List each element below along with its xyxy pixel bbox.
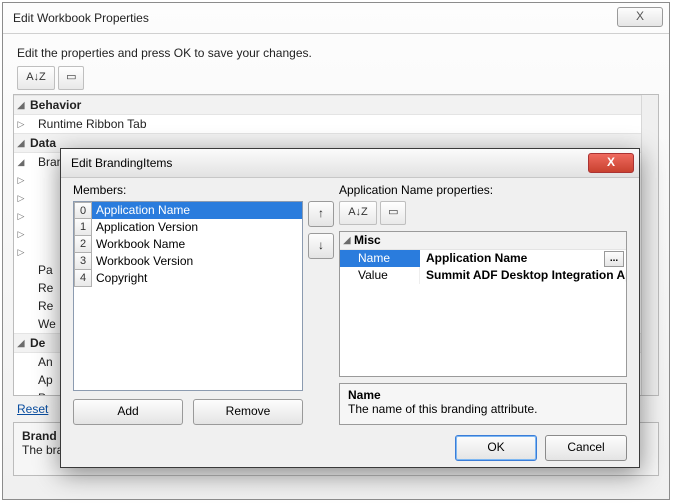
row-text: Workbook Name <box>92 236 302 253</box>
expand-icon: ◢ <box>340 232 354 249</box>
dialog-footer: OK Cancel <box>61 429 639 467</box>
arrow-up-icon: ↑ <box>318 206 324 220</box>
cancel-button[interactable]: Cancel <box>545 435 627 461</box>
prop-label: Pa <box>28 263 53 277</box>
reset-link[interactable]: Reset <box>17 402 48 416</box>
row-text: Copyright <box>92 270 302 287</box>
list-item[interactable]: 1Application Version <box>74 219 302 236</box>
prop-key: Name <box>340 250 420 267</box>
members-label: Members: <box>73 183 303 197</box>
dialog-body: Members: 0Application Name 1Application … <box>73 183 627 425</box>
expand-icon: ▷ <box>14 247 28 258</box>
members-list[interactable]: 0Application Name 1Application Version 2… <box>73 201 303 391</box>
remove-button[interactable]: Remove <box>193 399 303 425</box>
list-item[interactable]: 3Workbook Version <box>74 253 302 270</box>
list-item[interactable]: 0Application Name <box>74 202 302 219</box>
properties-pane: Application Name properties: A↓Z ▭ ◢ Mis… <box>339 183 627 425</box>
sort-alpha-button[interactable]: A↓Z <box>339 201 377 225</box>
expand-icon: ▷ <box>14 119 28 130</box>
prop-value-text: Summit ADF Desktop Integration Applica <box>420 267 626 284</box>
prop-label: An <box>28 355 53 369</box>
page-icon: ▭ <box>66 71 76 83</box>
row-index: 3 <box>74 253 92 270</box>
description-text: The bra <box>22 443 63 457</box>
row-index: 2 <box>74 236 92 253</box>
expand-icon: ▷ <box>14 175 28 186</box>
dialog-title-bar[interactable]: Edit Workbook Properties X <box>3 3 669 34</box>
row-text: Application Version <box>92 219 302 236</box>
edit-brandingitems-dialog: Edit BrandingItems X Members: 0Applicati… <box>60 148 640 468</box>
row-text: Application Name <box>92 202 302 219</box>
row-text: Workbook Version <box>92 253 302 270</box>
category-label: De <box>28 336 45 350</box>
move-down-button[interactable]: ↓ <box>308 233 334 259</box>
category-behavior[interactable]: ◢ Behavior <box>14 95 658 115</box>
ellipsis-button[interactable]: ... <box>604 251 624 267</box>
dialog-title: Edit Workbook Properties <box>13 11 149 25</box>
close-button[interactable]: X <box>617 7 663 27</box>
members-pane: Members: 0Application Name 1Application … <box>73 183 303 425</box>
add-button[interactable]: Add <box>73 399 183 425</box>
description-panel: Name The name of this branding attribute… <box>339 383 627 425</box>
close-button[interactable]: X <box>588 153 634 173</box>
prop-value: Application Name <box>420 250 604 267</box>
row-index: 0 <box>74 202 92 219</box>
sort-alpha-icon: A↓Z <box>26 71 46 83</box>
property-page-button[interactable]: ▭ <box>380 201 406 225</box>
page-icon: ▭ <box>388 206 398 218</box>
dialog-title: Edit BrandingItems <box>71 156 172 170</box>
category-label: Behavior <box>28 98 81 112</box>
category-label: Data <box>28 136 56 150</box>
prop-key: Value <box>340 267 420 284</box>
property-toolbar: A↓Z ▭ <box>339 201 627 225</box>
description-title: Name <box>348 388 381 402</box>
property-toolbar: A↓Z ▭ <box>17 66 659 90</box>
prop-label: Re <box>28 299 53 313</box>
arrow-down-icon: ↓ <box>318 238 324 252</box>
prop-value[interactable]: Value Summit ADF Desktop Integration App… <box>340 267 626 284</box>
reorder-pane: ↑ ↓ <box>303 183 339 425</box>
ok-button[interactable]: OK <box>455 435 537 461</box>
prop-label: Ap <box>28 373 53 387</box>
category-label: Misc <box>354 232 381 249</box>
sort-alpha-icon: A↓Z <box>348 206 368 218</box>
property-page-button[interactable]: ▭ <box>58 66 84 90</box>
prop-label: Runtime Ribbon Tab <box>28 117 147 131</box>
expand-icon: ▷ <box>14 229 28 240</box>
expand-icon: ▷ <box>14 193 28 204</box>
description-title: Brand <box>22 429 57 443</box>
row-index: 4 <box>74 270 92 287</box>
prop-label: Re <box>28 281 53 295</box>
prop-name[interactable]: Name Application Name ... <box>340 250 626 267</box>
instruction-text: Edit the properties and press OK to save… <box>17 46 659 60</box>
list-item[interactable]: 2Workbook Name <box>74 236 302 253</box>
expand-icon: ◢ <box>14 338 28 349</box>
prop-label: Pr <box>28 391 50 396</box>
expand-icon: ◢ <box>14 100 28 111</box>
prop-runtime-ribbon-tab[interactable]: ▷ Runtime Ribbon Tab <box>14 115 658 133</box>
description-text: The name of this branding attribute. <box>348 402 537 416</box>
expand-icon: ◢ <box>14 138 28 149</box>
expand-icon: ▷ <box>14 211 28 222</box>
scrollbar[interactable] <box>641 95 658 395</box>
move-up-button[interactable]: ↑ <box>308 201 334 227</box>
properties-label: Application Name properties: <box>339 183 627 197</box>
property-grid[interactable]: ◢ Misc Name Application Name ... Value S… <box>339 231 627 377</box>
dialog-title-bar[interactable]: Edit BrandingItems X <box>61 149 639 178</box>
expand-icon: ◢ <box>14 157 28 168</box>
sort-alpha-button[interactable]: A↓Z <box>17 66 55 90</box>
list-item[interactable]: 4Copyright <box>74 270 302 287</box>
row-index: 1 <box>74 219 92 236</box>
prop-label: We <box>28 317 56 331</box>
category-misc[interactable]: ◢ Misc <box>340 232 626 250</box>
